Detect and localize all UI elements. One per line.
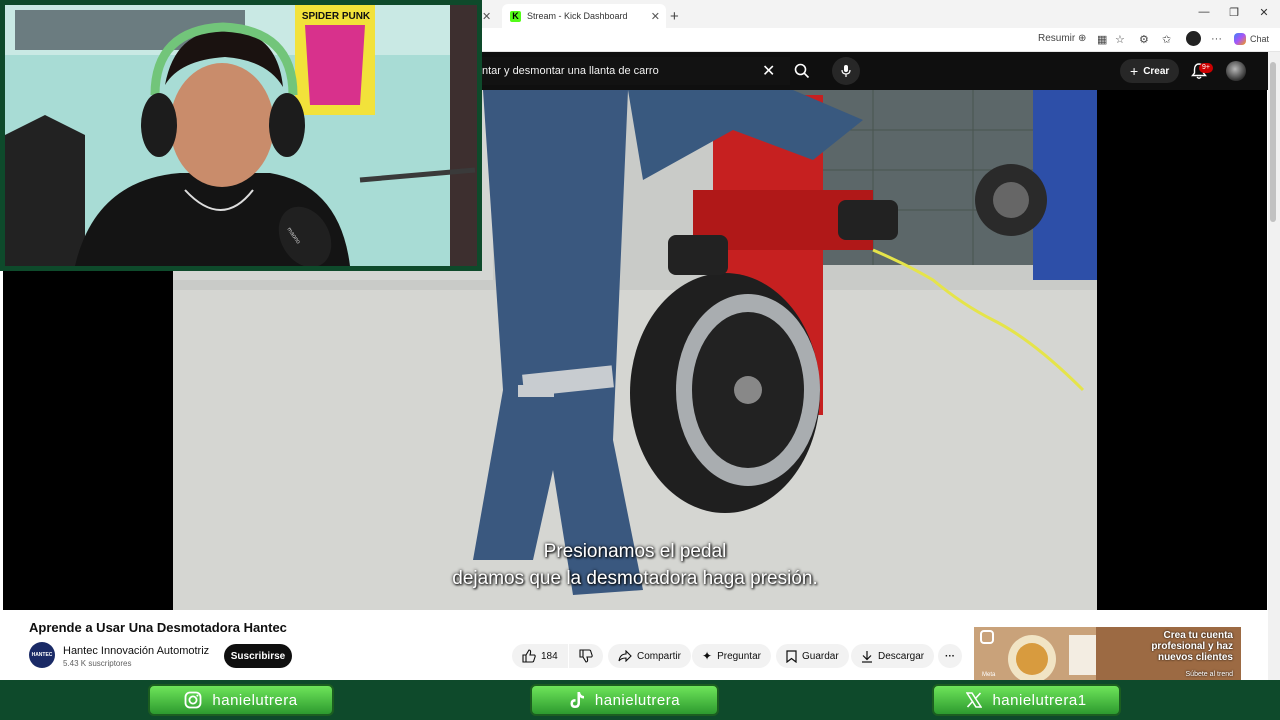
webcam-feed: SPIDER PUNK maono [5,5,477,266]
ask-button[interactable]: ✦ Preguntar [692,644,771,668]
microphone-icon [841,65,851,77]
download-icon [862,650,872,663]
scrollbar-thumb[interactable] [1270,62,1276,222]
subtitle-line-1: Presionamos el pedal [543,541,727,562]
favorites-icon[interactable]: ✩ [1162,33,1171,46]
thumbs-up-icon [522,649,536,663]
share-button[interactable]: Compartir [608,644,691,668]
create-button[interactable]: + Crear [1120,59,1180,83]
social-instagram: hanielutrera [148,684,334,716]
reader-icon[interactable]: ▦ [1097,33,1107,46]
favorite-star-icon[interactable]: ☆ [1115,33,1125,46]
video-title: Aprende a Usar Una Desmotadora Hantec [29,620,287,635]
instagram-icon [980,630,994,644]
save-label: Guardar [802,650,839,662]
channel-avatar-text: HANTEC [31,652,53,658]
tiktok-icon [570,692,584,708]
subscriber-count: 5.43 K suscriptores [63,659,132,668]
copilot-icon [1234,33,1246,45]
instagram-handle: hanielutrera [212,691,298,709]
share-icon [618,650,632,662]
dislike-button[interactable] [569,644,603,668]
restore-icon[interactable]: ❐ [1220,6,1248,19]
x-icon [966,692,983,708]
close-tab-icon[interactable]: ✕ [651,10,660,23]
download-button[interactable]: Descargar [851,644,935,668]
extensions-icon[interactable]: ⚙ [1139,33,1149,46]
ad-banner[interactable]: Crea tu cuenta profesional y haz nuevos … [974,627,1241,680]
new-tab-button[interactable]: + [670,4,679,28]
tab-kick-dashboard[interactable]: K Stream - Kick Dashboard ✕ [502,4,666,28]
thumbs-down-icon [579,649,593,663]
account-avatar[interactable] [1226,61,1246,81]
search-button[interactable] [788,58,816,84]
webcam-overlay: SPIDER PUNK maono [0,0,482,271]
bookmark-icon [786,649,797,663]
social-x: hanielutrera1 [932,684,1121,716]
profile-icon[interactable] [1186,31,1201,46]
tiktok-handle: hanielutrera [594,691,681,709]
more-menu-icon[interactable]: ··· [1211,33,1222,45]
ad-headline: Crea tu cuenta profesional y haz nuevos … [1151,630,1233,663]
tab-label: Stream - Kick Dashboard [527,11,628,21]
voice-search-button[interactable] [832,57,860,85]
share-label: Compartir [637,650,681,662]
summarize-button[interactable]: Resumir ⊕ [1038,33,1086,44]
search-icon [794,63,810,79]
instagram-icon [184,691,202,709]
tab-youtube-fragment[interactable]: ✕ [482,4,500,28]
video-subtitles: Presionamos el pedal dejamos que la desm… [173,538,1097,592]
create-label: Crear [1143,65,1170,77]
x-handle: hanielutrera1 [992,691,1087,709]
subscribe-button[interactable]: Suscribirse [224,644,292,668]
notification-badge: 9+ [1199,63,1213,73]
ad-link[interactable]: Súbete al trend [1186,671,1233,678]
save-button[interactable]: Guardar [776,644,849,668]
channel-name[interactable]: Hantec Innovación Automotriz [63,645,209,657]
minimize-icon[interactable]: — [1190,6,1218,18]
like-button[interactable]: 184 [512,644,568,668]
ask-label: Preguntar [717,650,761,662]
subtitle-line-2: dejamos que la desmotadora haga presión. [452,568,818,589]
kick-icon: K [510,10,521,22]
search-value: ntar y desmontar una llanta de carro [482,65,659,77]
poster-text: SPIDER PUNK [301,11,371,22]
clear-search-icon[interactable]: ✕ [762,61,775,81]
channel-avatar[interactable]: HANTEC [29,642,55,668]
more-actions-button[interactable]: ··· [938,644,962,668]
sparkle-icon: ✦ [702,649,713,663]
social-tiktok: hanielutrera [530,684,719,716]
webcam-scene [5,5,477,266]
chat-label: Chat [1250,34,1270,44]
close-window-icon[interactable]: ✕ [1250,6,1278,19]
like-count: 184 [541,650,558,662]
close-tab-icon[interactable]: ✕ [482,10,491,23]
ad-brand: Meta [982,672,996,678]
download-label: Descargar [878,650,925,662]
plus-icon: + [1130,63,1139,79]
summarize-label: Resumir [1038,33,1076,44]
copilot-chat-button[interactable]: Chat [1234,33,1269,45]
search-input[interactable]: ntar y desmontar una llanta de carro [470,57,790,85]
